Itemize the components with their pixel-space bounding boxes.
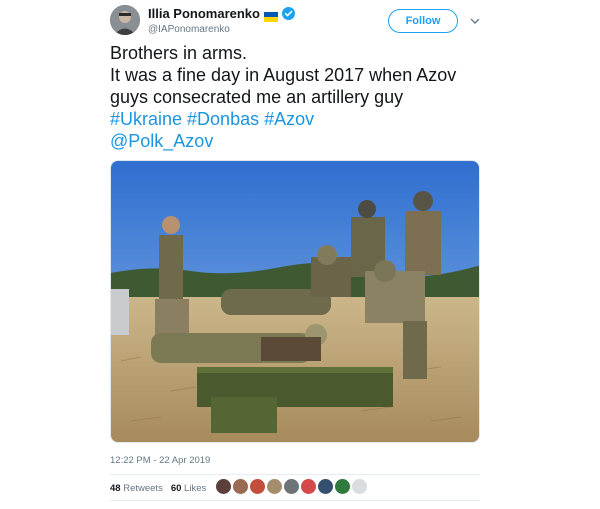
avatar[interactable] <box>110 5 140 35</box>
likes-count: 60 <box>170 483 182 494</box>
divider <box>110 500 480 501</box>
liker-avatar[interactable] <box>216 479 231 494</box>
tweet-photo[interactable] <box>110 160 480 443</box>
follow-button[interactable]: Follow <box>388 9 458 33</box>
liker-avatar[interactable] <box>284 479 299 494</box>
display-name[interactable]: Illia Ponomarenko <box>148 6 260 21</box>
chevron-down-icon[interactable] <box>469 14 481 26</box>
tweet-text-line: It was a fine day in August 2017 when Az… <box>110 65 457 85</box>
verified-badge-icon <box>281 7 295 20</box>
liker-avatar[interactable] <box>301 479 316 494</box>
mention-link[interactable]: @Polk_Azov <box>110 130 510 152</box>
liker-avatar[interactable] <box>335 479 350 494</box>
likes-stat[interactable]: 60 Likes <box>171 483 206 494</box>
likes-label: Likes <box>184 483 207 494</box>
divider <box>110 474 480 475</box>
liker-avatar[interactable] <box>318 479 333 494</box>
tweet-text-line: Brothers in arms. <box>110 43 248 63</box>
liker-avatar[interactable] <box>233 479 248 494</box>
hashtag-links[interactable]: #Ukraine #Donbas #Azov <box>110 108 510 130</box>
retweets-count: 48 <box>110 483 121 494</box>
liker-avatar[interactable] <box>250 479 265 494</box>
retweets-stat[interactable]: 48 Retweets <box>110 483 163 494</box>
liker-avatars <box>216 479 367 494</box>
user-handle[interactable]: @IAPonomarenko <box>148 24 230 35</box>
ukraine-flag-icon <box>263 9 278 22</box>
tweet-text: Brothers in arms. It was a fine day in A… <box>110 42 510 152</box>
author-name-row: Illia Ponomarenko <box>148 6 295 22</box>
engagement-stats: 48 Retweets 60 Likes <box>110 483 206 494</box>
tweet-text-line: guys consecrated me an artillery guy <box>110 87 404 107</box>
tweet-timestamp[interactable]: 12:22 PM - 22 Apr 2019 <box>110 455 210 466</box>
retweets-label: Retweets <box>123 483 163 494</box>
tweet-card: Illia Ponomarenko @IAPonomarenko Follow … <box>0 0 600 509</box>
liker-avatar[interactable] <box>267 479 282 494</box>
liker-avatar[interactable] <box>352 479 367 494</box>
